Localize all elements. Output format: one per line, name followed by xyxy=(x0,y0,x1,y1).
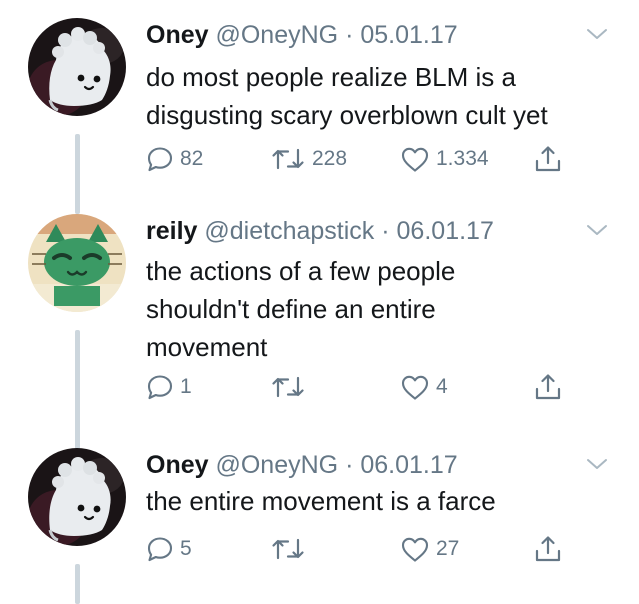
separator-dot: · xyxy=(345,21,354,49)
reply-icon xyxy=(146,373,174,401)
tweet-text-line: movement xyxy=(146,332,268,362)
reply-icon xyxy=(146,145,174,173)
tweet-text: the entire movement is a farce xyxy=(146,482,616,520)
tweet-date[interactable]: 06.01.17 xyxy=(397,217,494,245)
user-handle[interactable]: @dietchapstick xyxy=(204,217,374,245)
share-icon xyxy=(533,144,563,174)
retweet-button[interactable]: 228 xyxy=(270,142,347,176)
display-name[interactable]: Oney xyxy=(146,21,209,49)
tweet-text-line: the actions of a few people xyxy=(146,256,456,286)
chevron-down-icon[interactable] xyxy=(585,26,609,42)
heart-icon xyxy=(400,535,430,563)
tweet-text: do most people realize BLM is a disgusti… xyxy=(146,58,616,134)
tweet-date[interactable]: 06.01.17 xyxy=(360,451,457,479)
avatar[interactable] xyxy=(28,18,126,116)
chevron-down-icon[interactable] xyxy=(585,456,609,472)
display-name[interactable]: reily xyxy=(146,217,197,245)
retweet-icon xyxy=(270,373,306,401)
reply-count: 1 xyxy=(180,375,192,398)
thread-connector xyxy=(75,134,80,214)
heart-icon xyxy=(400,145,430,173)
avatar[interactable] xyxy=(28,448,126,546)
tweet-date[interactable]: 05.01.17 xyxy=(360,21,457,49)
ghost-avatar-image xyxy=(28,18,126,116)
share-button[interactable] xyxy=(533,142,563,176)
retweet-count: 228 xyxy=(312,147,348,170)
retweet-button[interactable] xyxy=(270,532,312,566)
tweet-text-line: do most people realize BLM is a xyxy=(146,62,516,92)
thread-connector xyxy=(75,564,80,604)
heart-icon xyxy=(400,373,430,401)
share-button[interactable] xyxy=(533,532,563,566)
chevron-down-icon[interactable] xyxy=(585,222,609,238)
share-icon xyxy=(533,534,563,564)
thread: Oney @OneyNG · 05.01.17 do most people r… xyxy=(0,0,639,604)
tweet-header: Oney @OneyNG · 06.01.17 xyxy=(146,448,458,482)
like-count: 27 xyxy=(436,537,460,560)
thread-connector xyxy=(75,330,80,450)
tweet-text-line: the entire movement is a farce xyxy=(146,486,496,516)
tweet-actions: 5 27 xyxy=(146,532,616,566)
avatar[interactable] xyxy=(28,214,126,312)
tweet-header: Oney @OneyNG · 05.01.17 xyxy=(146,18,458,52)
ghost-avatar-image xyxy=(28,448,126,546)
tweet[interactable]: Oney @OneyNG · 06.01.17 the entire movem… xyxy=(0,448,639,604)
user-handle[interactable]: @OneyNG xyxy=(215,21,338,49)
display-name[interactable]: Oney xyxy=(146,451,209,479)
tweet-text-line: shouldn't define an entire xyxy=(146,294,436,324)
share-button[interactable] xyxy=(533,370,563,404)
reply-button[interactable]: 5 xyxy=(146,532,192,566)
like-count: 4 xyxy=(436,375,448,398)
tweet[interactable]: reily @dietchapstick · 06.01.17 the acti… xyxy=(0,214,639,450)
retweet-icon xyxy=(270,535,306,563)
retweet-button[interactable] xyxy=(270,370,312,404)
like-button[interactable]: 1.334 xyxy=(400,142,489,176)
like-button[interactable]: 27 xyxy=(400,532,459,566)
like-button[interactable]: 4 xyxy=(400,370,448,404)
reply-count: 5 xyxy=(180,537,192,560)
share-icon xyxy=(533,372,563,402)
like-count: 1.334 xyxy=(436,147,489,170)
retweet-icon xyxy=(270,145,306,173)
tweet-actions: 82 228 1.334 xyxy=(146,142,616,176)
user-handle[interactable]: @OneyNG xyxy=(215,451,338,479)
reply-button[interactable]: 82 xyxy=(146,142,203,176)
reply-icon xyxy=(146,535,174,563)
separator-dot: · xyxy=(381,217,390,245)
tweet-header: reily @dietchapstick · 06.01.17 xyxy=(146,214,494,248)
cat-avatar-image xyxy=(28,214,126,312)
tweet-actions: 1 4 xyxy=(146,370,616,404)
tweet-text-line: disgusting scary overblown cult yet xyxy=(146,100,548,130)
tweet-text: the actions of a few people shouldn't de… xyxy=(146,252,616,366)
reply-button[interactable]: 1 xyxy=(146,370,192,404)
tweet[interactable]: Oney @OneyNG · 05.01.17 do most people r… xyxy=(0,18,639,214)
reply-count: 82 xyxy=(180,147,204,170)
separator-dot: · xyxy=(345,451,354,479)
